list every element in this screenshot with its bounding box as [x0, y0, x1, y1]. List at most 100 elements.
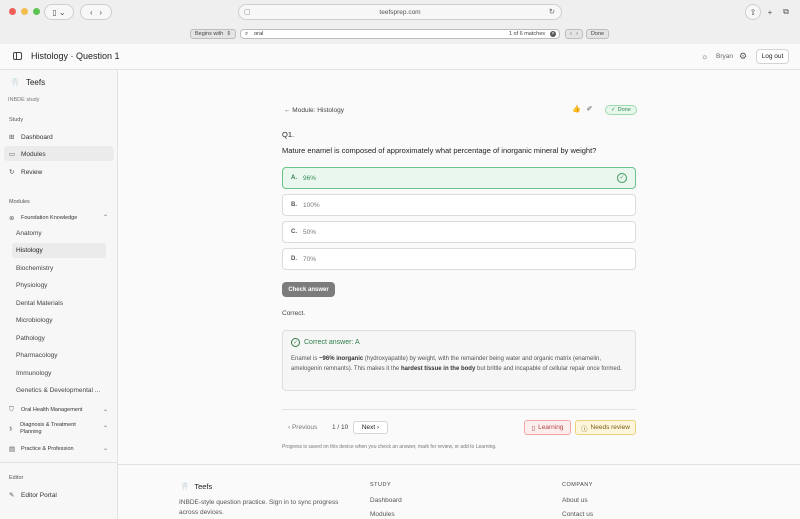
find-mode-select[interactable]: Begins with ⇕: [190, 29, 236, 39]
check-answer-button[interactable]: Check answer: [282, 282, 335, 297]
pencil-icon: ✎: [9, 492, 15, 499]
back-to-module-link[interactable]: ← Module: Histology: [284, 107, 344, 114]
sidebar-item-genetics[interactable]: Genetics & Developmental ...: [16, 387, 100, 394]
option-text: 100%: [303, 201, 320, 209]
explanation-part: but brittle and incapable of cellular re…: [475, 366, 622, 372]
sidebar-toggle-button[interactable]: ▯ ⌄: [44, 4, 74, 20]
sidebar-item-modules[interactable]: ▭ Modules: [9, 150, 46, 159]
option-b[interactable]: B. 100%: [282, 194, 636, 216]
learning-button[interactable]: ▯ Learning: [524, 420, 571, 435]
find-done-label: Done: [590, 31, 605, 37]
find-input[interactable]: ⌕ oral 1 of 6 matches ×: [240, 29, 560, 39]
find-done-button[interactable]: Done: [586, 29, 609, 39]
learning-label: Learning: [538, 424, 564, 431]
pin-icon[interactable]: ✐: [587, 106, 593, 113]
option-a[interactable]: A. 96% ✓: [282, 167, 636, 189]
option-text: 96%: [303, 174, 317, 182]
reload-icon[interactable]: ↻: [549, 7, 555, 16]
footer-company-heading: COMPANY: [562, 482, 593, 488]
sidebar-item-dashboard[interactable]: ⊞ Dashboard: [9, 133, 53, 142]
chevron-down-icon[interactable]: ⌄: [103, 445, 108, 452]
sidebar-item-pharmacology[interactable]: Pharmacology: [16, 352, 58, 359]
user-name: Bryan: [716, 53, 733, 60]
url-text: teefsprep.com: [379, 8, 421, 16]
tab-overview-button[interactable]: ⧉: [779, 4, 793, 20]
sidebar-item-pathology[interactable]: Pathology: [16, 335, 45, 342]
option-d[interactable]: D. 70%: [282, 248, 636, 270]
needs-review-button[interactable]: ⓘ Needs review: [575, 420, 636, 435]
clear-icon[interactable]: ×: [550, 31, 556, 37]
footer-link-dashboard[interactable]: Dashboard: [370, 497, 402, 504]
minimize-window-button[interactable]: [21, 8, 28, 15]
thumbs-up-icon[interactable]: 👍: [572, 106, 581, 113]
sidebar-item-anatomy[interactable]: Anatomy: [16, 230, 42, 237]
explanation-text: Enamel is ~96% inorganic (hydroxyapatite…: [291, 354, 627, 374]
zoom-window-button[interactable]: [33, 8, 40, 15]
check-circle-icon: ✓: [291, 338, 300, 347]
group-diagnosis-treatment[interactable]: ⚕ Diagnosis & Treatment Planning: [9, 422, 89, 436]
gear-icon[interactable]: ⚙: [739, 51, 747, 62]
footer: 🦷 Teefs INBDE-style question practice. S…: [118, 464, 800, 519]
page-title: Histology · Question 1: [31, 51, 120, 61]
group-oral-health-management[interactable]: ⛉ Oral Health Management: [9, 406, 82, 414]
footer-study-heading: STUDY: [370, 482, 392, 488]
option-letter: D.: [291, 256, 297, 262]
nav-divider: [282, 409, 636, 410]
explanation-bold: ~96% inorganic: [319, 356, 364, 362]
browser-chrome: ▯ ⌄ ‹ › ▢ teefsprep.com ↻ ⇧ + ⧉ Begins w…: [0, 0, 800, 44]
page-icon: ▢: [244, 9, 251, 16]
sidebar-item-dental-materials[interactable]: Dental Materials: [16, 300, 63, 307]
logout-button[interactable]: Log out: [756, 49, 789, 64]
share-button[interactable]: ⇧: [745, 4, 761, 20]
sidebar-item-physiology[interactable]: Physiology: [16, 282, 47, 289]
alert-circle-icon: ⓘ: [581, 425, 588, 433]
chevron-up-icon[interactable]: ⌃: [103, 214, 108, 221]
back-icon[interactable]: ‹: [90, 8, 93, 17]
sidebar-item-immunology[interactable]: Immunology: [16, 370, 51, 377]
option-text: 50%: [303, 228, 317, 236]
sidebar-item-histology[interactable]: Histology: [16, 247, 43, 254]
group-label: Foundation Knowledge: [21, 215, 78, 221]
stethoscope-icon: ⚕: [9, 425, 13, 433]
forward-icon[interactable]: ›: [99, 8, 102, 17]
sidebar-item-microbiology[interactable]: Microbiology: [16, 317, 53, 324]
progress-note: Progress is saved on this device when yo…: [282, 444, 497, 450]
chevron-down-icon[interactable]: ⌄: [103, 406, 108, 413]
sidebar-item-editor-portal[interactable]: ✎ Editor Portal: [9, 491, 57, 500]
study-section-label: Study: [9, 117, 24, 123]
grid-icon: ⊞: [9, 134, 15, 141]
find-next-icon[interactable]: ›: [576, 31, 578, 37]
find-mode-label: Begins with: [195, 31, 224, 37]
next-button[interactable]: Next ›: [353, 421, 388, 434]
main-content: ← Module: Histology 👍 ✐ ✓ Done Q1. Matur…: [118, 70, 800, 519]
brand-name: Teefs: [25, 78, 46, 87]
modules-section-label: Modules: [9, 199, 30, 205]
footer-link-about[interactable]: About us: [562, 497, 588, 504]
page-indicator: 1 / 10: [332, 424, 349, 431]
answer-verdict: Correct.: [282, 310, 306, 317]
option-c[interactable]: C. 50%: [282, 221, 636, 243]
new-tab-button[interactable]: +: [764, 4, 776, 20]
panel-toggle-icon[interactable]: [13, 52, 22, 60]
sidebar: 🦷 Teefs INBDE study Study ⊞ Dashboard ▭ …: [0, 70, 118, 519]
find-match-count: 1 of 6 matches: [508, 31, 545, 37]
footer-link-modules[interactable]: Modules: [370, 511, 395, 518]
sidebar-item-review[interactable]: ↻ Review: [9, 168, 42, 177]
sidebar-divider: [0, 462, 117, 463]
chevron-down-icon[interactable]: ⌄: [103, 422, 108, 429]
find-nav: ‹ ›: [565, 29, 583, 39]
address-bar[interactable]: ▢ teefsprep.com ↻: [238, 4, 562, 20]
close-window-button[interactable]: [9, 8, 16, 15]
group-foundation-knowledge[interactable]: ⊛ Foundation Knowledge: [9, 214, 114, 222]
atom-icon: ⊛: [9, 215, 15, 222]
sidebar-brand[interactable]: 🦷 Teefs: [10, 78, 45, 87]
footer-link-contact[interactable]: Contact us: [562, 511, 593, 518]
theme-toggle-icon[interactable]: ☼: [701, 52, 708, 61]
explanation-heading: ✓ Correct answer: A: [291, 338, 360, 347]
previous-button[interactable]: ‹ Previous: [288, 424, 317, 431]
group-practice-profession[interactable]: ▤ Practice & Profession: [9, 445, 74, 453]
sidebar-item-biochemistry[interactable]: Biochemistry: [16, 265, 53, 272]
check-circle-icon: ✓: [617, 173, 627, 183]
correct-answer-label: Correct answer: A: [304, 339, 360, 346]
find-prev-icon[interactable]: ‹: [570, 31, 572, 37]
